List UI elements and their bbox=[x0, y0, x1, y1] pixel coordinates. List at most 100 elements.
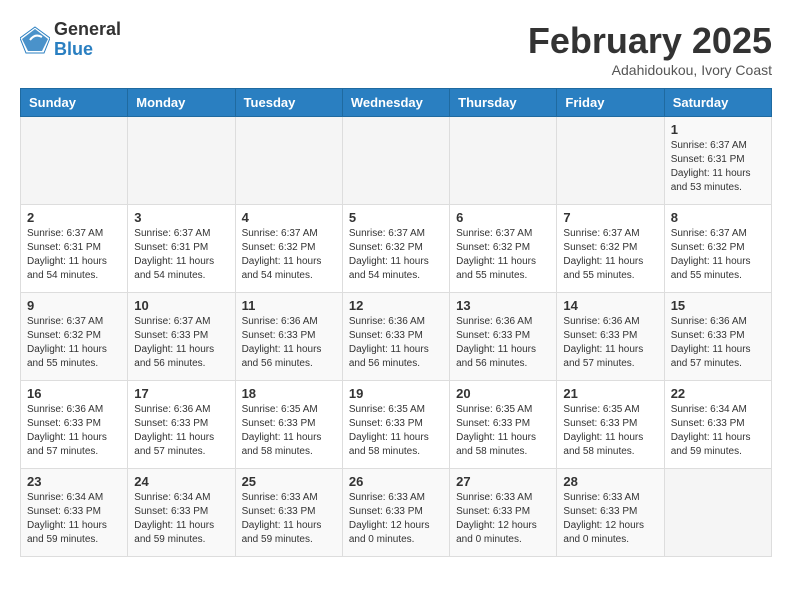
calendar-cell bbox=[342, 117, 449, 205]
weekday-header-saturday: Saturday bbox=[664, 89, 771, 117]
month-title: February 2025 bbox=[528, 20, 772, 62]
calendar-cell: 20 Sunrise: 6:35 AM Sunset: 6:33 PM Dayli… bbox=[450, 381, 557, 469]
day-number: 8 bbox=[671, 210, 765, 225]
calendar-cell bbox=[664, 469, 771, 557]
day-info: Sunrise: 6:36 AM Sunset: 6:33 PM Dayligh… bbox=[242, 315, 336, 371]
calendar-cell: 28Sunrise: 6:33 AM Sunset: 6:33 PM Dayli… bbox=[557, 469, 664, 557]
day-number: 24 bbox=[134, 474, 228, 489]
day-number: 18 bbox=[242, 386, 336, 401]
calendar-cell: 4 Sunrise: 6:37 AM Sunset: 6:32 PM Daylig… bbox=[235, 205, 342, 293]
day-number: 12 bbox=[349, 298, 443, 313]
weekday-header-tuesday: Tuesday bbox=[235, 89, 342, 117]
day-info: Sunrise: 6:37 AM Sunset: 6:32 PM Dayligh… bbox=[456, 227, 550, 283]
title-block: February 2025 Adahidoukou, Ivory Coast bbox=[528, 20, 772, 78]
day-info: Sunrise: 6:37 AM Sunset: 6:32 PM Dayligh… bbox=[242, 227, 336, 283]
calendar-cell: 11 Sunrise: 6:36 AM Sunset: 6:33 PM Dayli… bbox=[235, 293, 342, 381]
calendar-week-row: 2 Sunrise: 6:37 AM Sunset: 6:31 PM Daylig… bbox=[21, 205, 772, 293]
calendar-cell: 3 Sunrise: 6:37 AM Sunset: 6:31 PM Daylig… bbox=[128, 205, 235, 293]
day-info: Sunrise: 6:33 AM Sunset: 6:33 PM Dayligh… bbox=[242, 491, 336, 547]
day-number: 13 bbox=[456, 298, 550, 313]
day-number: 14 bbox=[563, 298, 657, 313]
day-info: Sunrise: 6:37 AM Sunset: 6:31 PM Dayligh… bbox=[671, 139, 765, 195]
weekday-header-row: SundayMondayTuesdayWednesdayThursdayFrid… bbox=[21, 89, 772, 117]
calendar-cell: 7 Sunrise: 6:37 AM Sunset: 6:32 PM Daylig… bbox=[557, 205, 664, 293]
weekday-header-monday: Monday bbox=[128, 89, 235, 117]
day-number: 7 bbox=[563, 210, 657, 225]
day-number: 3 bbox=[134, 210, 228, 225]
calendar-cell: 8 Sunrise: 6:37 AM Sunset: 6:32 PM Daylig… bbox=[664, 205, 771, 293]
calendar-cell bbox=[128, 117, 235, 205]
day-number: 11 bbox=[242, 298, 336, 313]
calendar-cell: 6 Sunrise: 6:37 AM Sunset: 6:32 PM Daylig… bbox=[450, 205, 557, 293]
page-header: General Blue February 2025 Adahidoukou, … bbox=[20, 20, 772, 78]
location: Adahidoukou, Ivory Coast bbox=[528, 62, 772, 78]
calendar-cell: 12 Sunrise: 6:36 AM Sunset: 6:33 PM Dayli… bbox=[342, 293, 449, 381]
day-number: 21 bbox=[563, 386, 657, 401]
day-info: Sunrise: 6:34 AM Sunset: 6:33 PM Dayligh… bbox=[134, 491, 228, 547]
day-number: 10 bbox=[134, 298, 228, 313]
calendar-week-row: 1 Sunrise: 6:37 AM Sunset: 6:31 PM Daylig… bbox=[21, 117, 772, 205]
calendar-table: SundayMondayTuesdayWednesdayThursdayFrid… bbox=[20, 88, 772, 557]
day-number: 4 bbox=[242, 210, 336, 225]
day-info: Sunrise: 6:34 AM Sunset: 6:33 PM Dayligh… bbox=[671, 403, 765, 459]
calendar-cell bbox=[557, 117, 664, 205]
calendar-cell: 26 Sunrise: 6:33 AM Sunset: 6:33 PM Dayli… bbox=[342, 469, 449, 557]
calendar-cell: 24 Sunrise: 6:34 AM Sunset: 6:33 PM Dayli… bbox=[128, 469, 235, 557]
day-number: 17 bbox=[134, 386, 228, 401]
calendar-cell: 22 Sunrise: 6:34 AM Sunset: 6:33 PM Dayli… bbox=[664, 381, 771, 469]
weekday-header-sunday: Sunday bbox=[21, 89, 128, 117]
calendar-cell: 5Sunrise: 6:37 AM Sunset: 6:32 PM Daylig… bbox=[342, 205, 449, 293]
day-number: 6 bbox=[456, 210, 550, 225]
calendar-cell: 10 Sunrise: 6:37 AM Sunset: 6:33 PM Dayli… bbox=[128, 293, 235, 381]
calendar-cell: 13 Sunrise: 6:36 AM Sunset: 6:33 PM Dayli… bbox=[450, 293, 557, 381]
day-number: 16 bbox=[27, 386, 121, 401]
day-number: 25 bbox=[242, 474, 336, 489]
day-info: Sunrise: 6:37 AM Sunset: 6:31 PM Dayligh… bbox=[27, 227, 121, 283]
day-info: Sunrise: 6:37 AM Sunset: 6:32 PM Dayligh… bbox=[27, 315, 121, 371]
day-info: Sunrise: 6:34 AM Sunset: 6:33 PM Dayligh… bbox=[27, 491, 121, 547]
calendar-cell bbox=[235, 117, 342, 205]
day-info: Sunrise: 6:36 AM Sunset: 6:33 PM Dayligh… bbox=[27, 403, 121, 459]
day-info: Sunrise: 6:33 AM Sunset: 6:33 PM Dayligh… bbox=[349, 491, 443, 547]
day-number: 22 bbox=[671, 386, 765, 401]
day-info: Sunrise: 6:35 AM Sunset: 6:33 PM Dayligh… bbox=[563, 403, 657, 459]
logo-general: General bbox=[54, 20, 121, 40]
logo-blue: Blue bbox=[54, 40, 121, 60]
calendar-cell: 9Sunrise: 6:37 AM Sunset: 6:32 PM Daylig… bbox=[21, 293, 128, 381]
day-number: 20 bbox=[456, 386, 550, 401]
day-info: Sunrise: 6:36 AM Sunset: 6:33 PM Dayligh… bbox=[456, 315, 550, 371]
day-info: Sunrise: 6:35 AM Sunset: 6:33 PM Dayligh… bbox=[349, 403, 443, 459]
day-info: Sunrise: 6:36 AM Sunset: 6:33 PM Dayligh… bbox=[671, 315, 765, 371]
weekday-header-wednesday: Wednesday bbox=[342, 89, 449, 117]
calendar-cell: 23 Sunrise: 6:34 AM Sunset: 6:33 PM Dayli… bbox=[21, 469, 128, 557]
calendar-cell: 15 Sunrise: 6:36 AM Sunset: 6:33 PM Dayli… bbox=[664, 293, 771, 381]
calendar-cell: 16 Sunrise: 6:36 AM Sunset: 6:33 PM Dayli… bbox=[21, 381, 128, 469]
day-number: 27 bbox=[456, 474, 550, 489]
day-number: 5 bbox=[349, 210, 443, 225]
calendar-cell: 25 Sunrise: 6:33 AM Sunset: 6:33 PM Dayli… bbox=[235, 469, 342, 557]
logo: General Blue bbox=[20, 20, 121, 60]
day-number: 1 bbox=[671, 122, 765, 137]
day-info: Sunrise: 6:35 AM Sunset: 6:33 PM Dayligh… bbox=[242, 403, 336, 459]
day-info: Sunrise: 6:35 AM Sunset: 6:33 PM Dayligh… bbox=[456, 403, 550, 459]
day-info: Sunrise: 6:36 AM Sunset: 6:33 PM Dayligh… bbox=[349, 315, 443, 371]
day-info: Sunrise: 6:33 AM Sunset: 6:33 PM Dayligh… bbox=[456, 491, 550, 547]
weekday-header-friday: Friday bbox=[557, 89, 664, 117]
calendar-cell: 19 Sunrise: 6:35 AM Sunset: 6:33 PM Dayli… bbox=[342, 381, 449, 469]
day-info: Sunrise: 6:37 AM Sunset: 6:32 PM Dayligh… bbox=[563, 227, 657, 283]
logo-icon bbox=[20, 25, 50, 55]
calendar-week-row: 9Sunrise: 6:37 AM Sunset: 6:32 PM Daylig… bbox=[21, 293, 772, 381]
day-info: Sunrise: 6:37 AM Sunset: 6:31 PM Dayligh… bbox=[134, 227, 228, 283]
day-number: 26 bbox=[349, 474, 443, 489]
calendar-cell bbox=[450, 117, 557, 205]
logo-text: General Blue bbox=[54, 20, 121, 60]
day-info: Sunrise: 6:37 AM Sunset: 6:32 PM Dayligh… bbox=[671, 227, 765, 283]
calendar-cell: 2 Sunrise: 6:37 AM Sunset: 6:31 PM Daylig… bbox=[21, 205, 128, 293]
day-number: 2 bbox=[27, 210, 121, 225]
calendar-cell: 17Sunrise: 6:36 AM Sunset: 6:33 PM Dayli… bbox=[128, 381, 235, 469]
day-info: Sunrise: 6:33 AM Sunset: 6:33 PM Dayligh… bbox=[563, 491, 657, 547]
day-number: 19 bbox=[349, 386, 443, 401]
day-info: Sunrise: 6:37 AM Sunset: 6:33 PM Dayligh… bbox=[134, 315, 228, 371]
day-number: 23 bbox=[27, 474, 121, 489]
day-number: 15 bbox=[671, 298, 765, 313]
